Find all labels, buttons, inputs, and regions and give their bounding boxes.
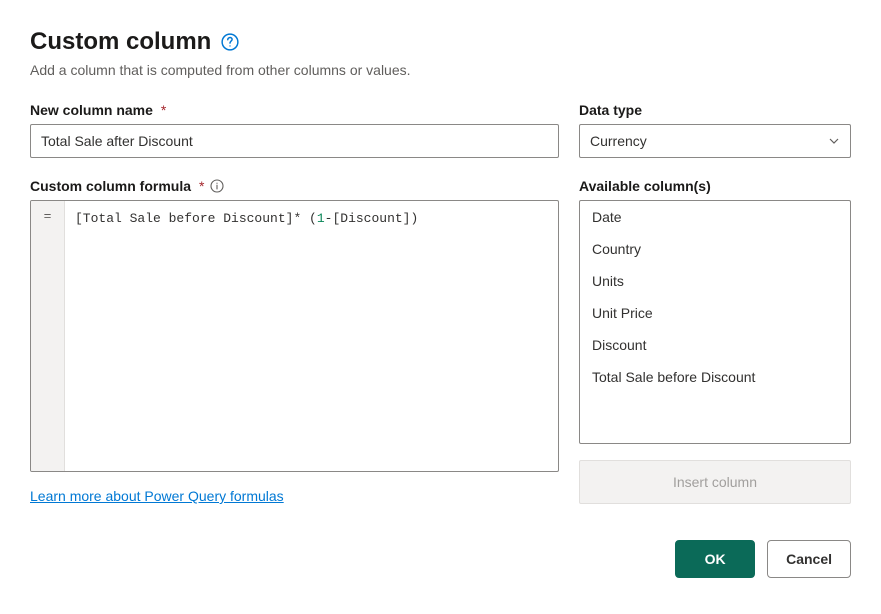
formula-text[interactable]: [Total Sale before Discount]* (1-[Discou… bbox=[65, 201, 558, 471]
cancel-button[interactable]: Cancel bbox=[767, 540, 851, 578]
data-type-select[interactable]: Currency bbox=[579, 124, 851, 158]
available-columns-list: Date Country Units Unit Price Discount T… bbox=[579, 200, 851, 444]
list-item[interactable]: Date bbox=[580, 201, 850, 233]
dialog-header: Custom column bbox=[30, 28, 851, 56]
data-type-value: Currency bbox=[590, 133, 647, 149]
page-subtitle: Add a column that is computed from other… bbox=[30, 62, 851, 78]
list-item[interactable]: Total Sale before Discount bbox=[580, 361, 850, 393]
formula-label: Custom column formula* bbox=[30, 178, 559, 194]
list-item[interactable]: Unit Price bbox=[580, 297, 850, 329]
chevron-down-icon bbox=[828, 135, 840, 147]
learn-more-link[interactable]: Learn more about Power Query formulas bbox=[30, 488, 284, 504]
help-icon[interactable] bbox=[221, 33, 239, 51]
available-label: Available column(s) bbox=[579, 178, 851, 194]
dialog-footer: OK Cancel bbox=[30, 540, 851, 578]
formula-gutter: = bbox=[31, 201, 65, 471]
list-item[interactable]: Country bbox=[580, 233, 850, 265]
list-item[interactable]: Units bbox=[580, 265, 850, 297]
insert-column-button[interactable]: Insert column bbox=[579, 460, 851, 504]
page-title: Custom column bbox=[30, 28, 211, 56]
ok-button[interactable]: OK bbox=[675, 540, 755, 578]
column-name-input[interactable] bbox=[30, 124, 559, 158]
info-icon[interactable] bbox=[210, 179, 224, 193]
list-item[interactable]: Discount bbox=[580, 329, 850, 361]
data-type-label: Data type bbox=[579, 102, 851, 118]
column-name-label: New column name* bbox=[30, 102, 559, 118]
formula-editor[interactable]: = [Total Sale before Discount]* (1-[Disc… bbox=[30, 200, 559, 472]
